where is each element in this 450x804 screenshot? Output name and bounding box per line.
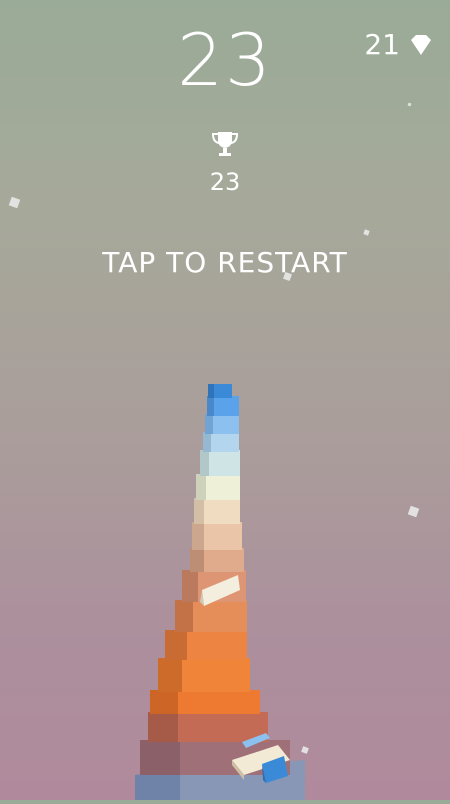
tap-to-restart-prompt[interactable]: TAP TO RESTART <box>0 246 450 279</box>
game-scene[interactable] <box>0 0 450 800</box>
diamond-icon <box>411 34 431 55</box>
gem-counter: 21 <box>364 28 434 61</box>
best-score-value: 23 <box>209 168 241 196</box>
trophy-icon <box>211 132 239 156</box>
gem-count: 21 <box>364 28 400 61</box>
tower-stack <box>135 384 305 800</box>
tower-blocks-upper <box>200 384 240 476</box>
best-score: 23 <box>0 128 450 196</box>
